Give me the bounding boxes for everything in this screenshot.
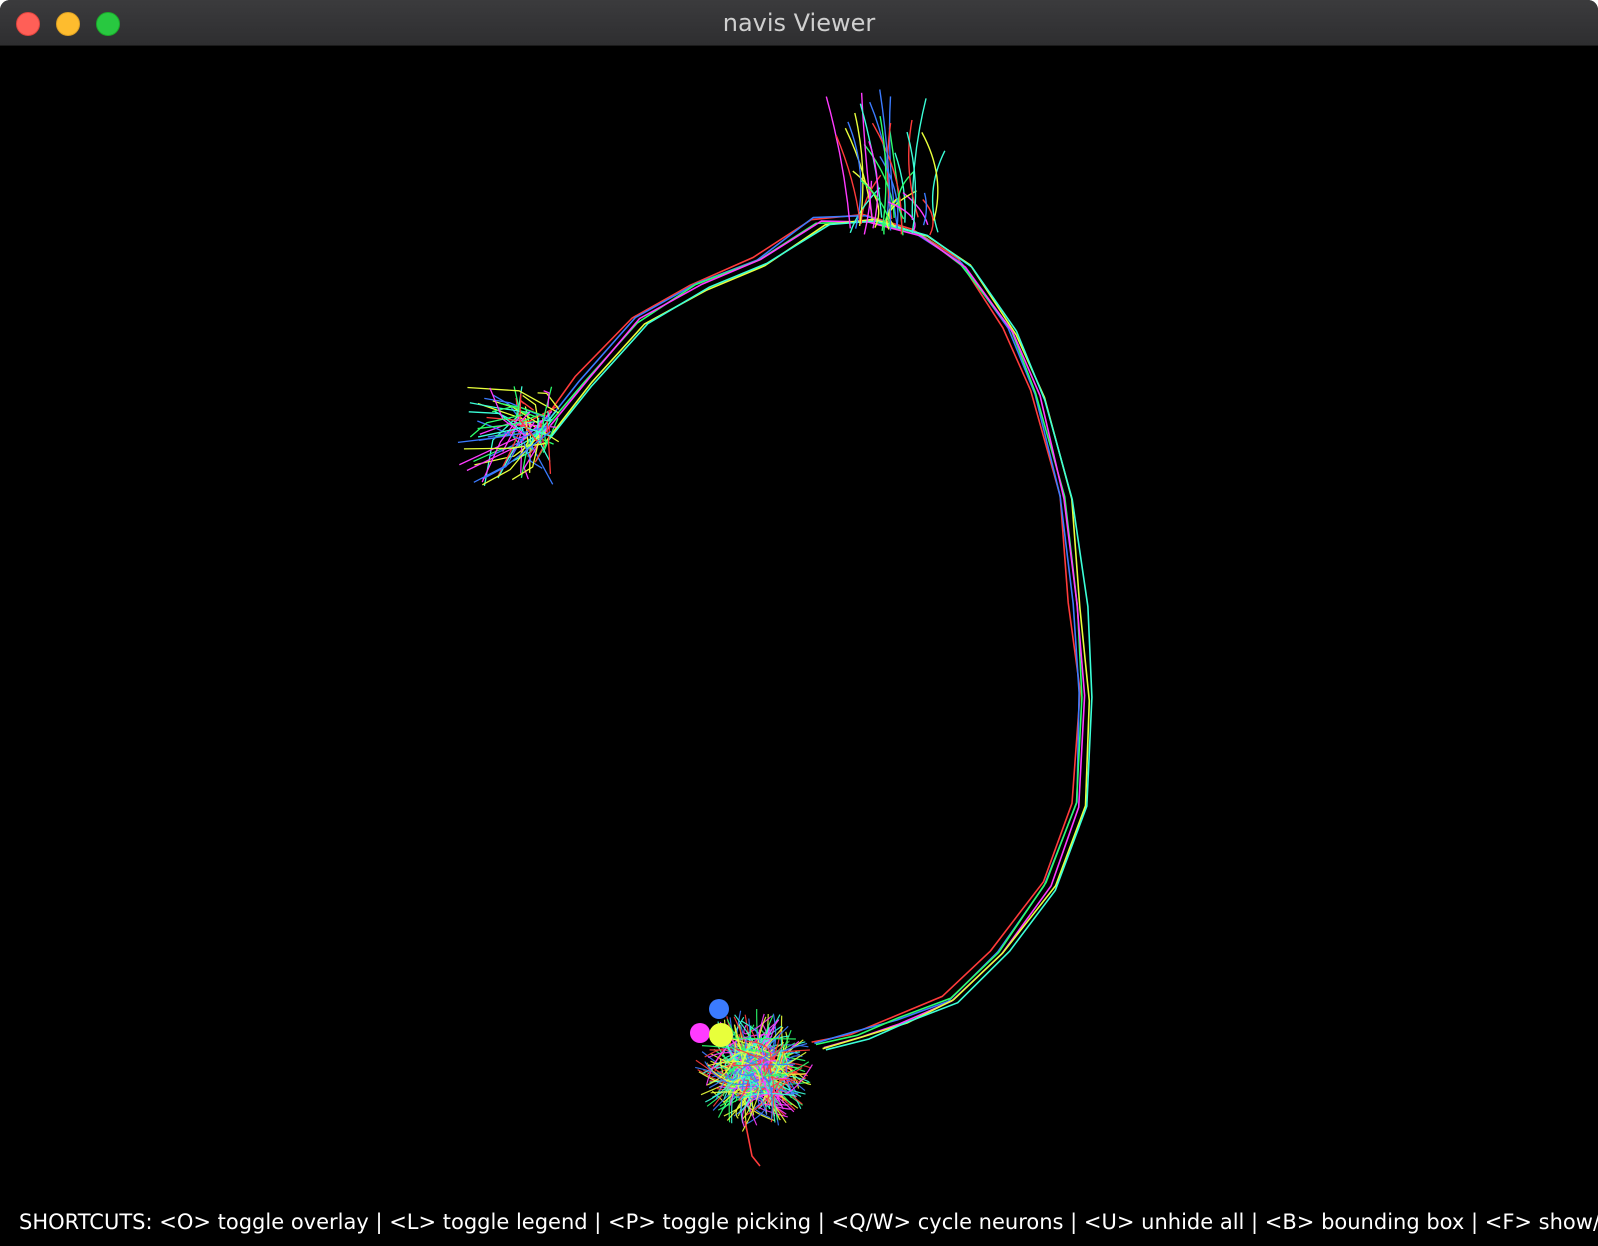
neuron-tract xyxy=(539,220,1086,1049)
soma xyxy=(690,1023,710,1043)
soma xyxy=(709,999,729,1019)
neuron-tract xyxy=(531,213,1082,1043)
shortcuts-bar: SHORTCUTS: <O> toggle overlay | <L> togg… xyxy=(19,1210,1598,1234)
window-title: navis Viewer xyxy=(722,9,876,37)
neuron-tract xyxy=(543,218,1091,1050)
neuron-tract xyxy=(536,220,1083,1046)
3d-canvas[interactable] xyxy=(0,46,1598,1246)
viewer-window: navis Viewer SHORTCUTS: <O> toggle overl… xyxy=(0,0,1598,1246)
title-bar[interactable]: navis Viewer xyxy=(0,0,1598,46)
soma xyxy=(709,1023,733,1047)
neuron-render[interactable] xyxy=(0,46,1598,1246)
dendrite-tail xyxy=(744,1120,761,1167)
axon-arbor-branch xyxy=(546,420,548,435)
neuron-tract xyxy=(532,214,1080,1045)
